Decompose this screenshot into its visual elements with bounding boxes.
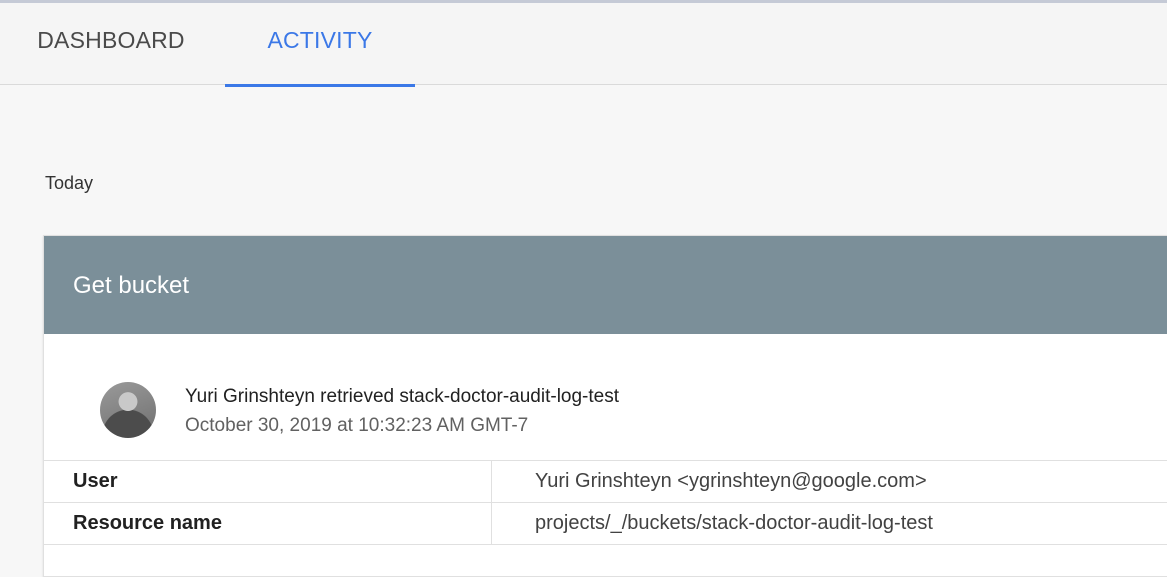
detail-label-resource-name: Resource name: [73, 512, 222, 534]
details-table: User Yuri Grinshteyn <ygrinshteyn@google…: [44, 460, 1167, 545]
day-group-label: Today: [45, 173, 94, 193]
table-row: Resource name projects/_/buckets/stack-d…: [44, 503, 1167, 545]
activity-card-header[interactable]: Get bucket: [44, 236, 1167, 334]
tab-bar: DASHBOARD ACTIVITY: [0, 3, 1167, 87]
tab-dashboard[interactable]: DASHBOARD: [22, 3, 200, 85]
column-divider: [491, 461, 492, 502]
detail-label-user: User: [73, 470, 118, 492]
activity-card: Get bucket Yuri Grinshteyn retrieved sta…: [43, 235, 1167, 577]
event-summary: Yuri Grinshteyn retrieved stack-doctor-a…: [185, 386, 620, 407]
activity-card-title: Get bucket: [73, 272, 190, 299]
active-tab-indicator: [225, 84, 415, 87]
detail-value-resource-name: projects/_/buckets/stack-doctor-audit-lo…: [535, 512, 933, 534]
table-row: User Yuri Grinshteyn <ygrinshteyn@google…: [44, 461, 1167, 503]
detail-value-user: Yuri Grinshteyn <ygrinshteyn@google.com>: [535, 470, 927, 492]
event-timestamp: October 30, 2019 at 10:32:23 AM GMT-7: [185, 415, 529, 436]
avatar: [100, 382, 156, 438]
tab-dashboard-label: DASHBOARD: [37, 27, 185, 53]
tab-activity-label: ACTIVITY: [267, 27, 373, 53]
column-divider: [491, 503, 492, 544]
tab-activity[interactable]: ACTIVITY: [225, 3, 415, 85]
